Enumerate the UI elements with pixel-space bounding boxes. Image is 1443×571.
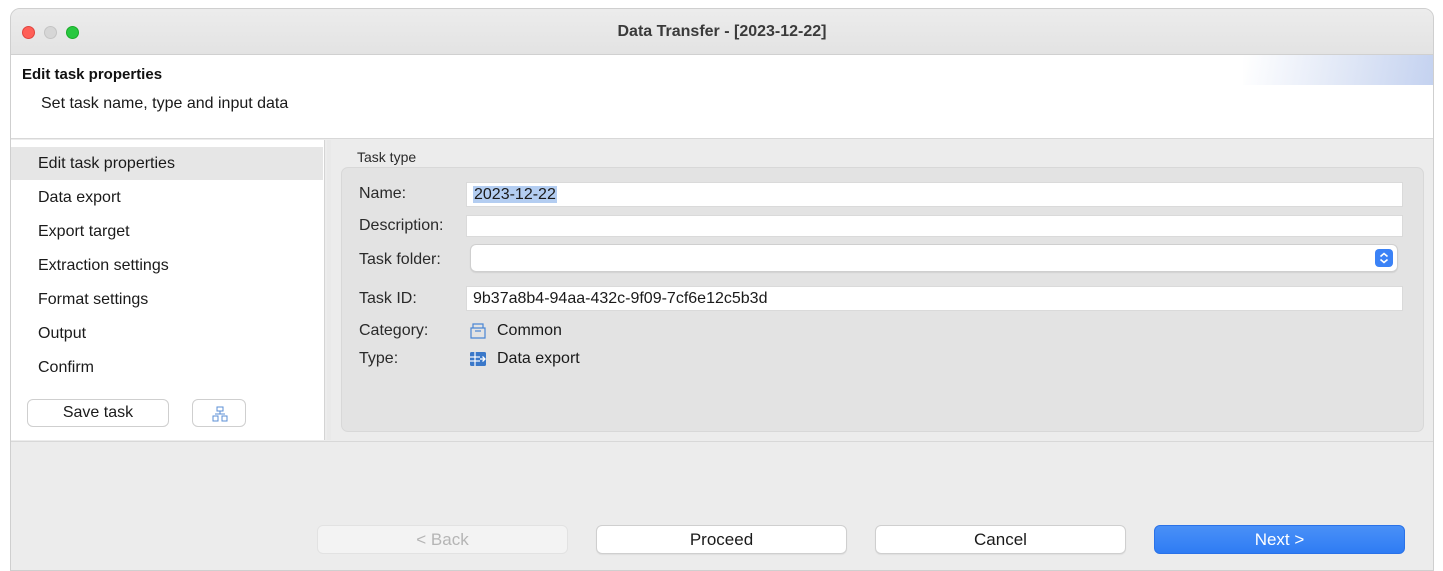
description-label: Description: — [359, 217, 444, 234]
header-decoration — [1243, 55, 1433, 85]
window-title: Data Transfer - [2023-12-22] — [617, 23, 827, 40]
nav-item-confirm[interactable]: Confirm — [11, 351, 323, 384]
task-folder-select[interactable] — [470, 244, 1398, 272]
name-field-value: 2023-12-22 — [473, 186, 557, 203]
nav-item-extraction-settings[interactable]: Extraction settings — [11, 249, 323, 282]
folder-icon — [470, 323, 486, 339]
task-id-label: Task ID: — [359, 290, 417, 307]
save-to-folder-button[interactable] — [192, 399, 246, 427]
cancel-button[interactable]: Cancel — [875, 525, 1126, 554]
task-folder-label: Task folder: — [359, 251, 441, 268]
nav-item-format-settings[interactable]: Format settings — [11, 283, 323, 316]
category-text: Common — [497, 322, 562, 339]
save-task-button[interactable]: Save task — [27, 399, 169, 427]
description-field[interactable] — [466, 215, 1403, 237]
nav-item-export-target[interactable]: Export target — [11, 215, 323, 248]
proceed-button[interactable]: Proceed — [596, 525, 847, 554]
wizard-header: Edit task properties Set task name, type… — [11, 55, 1433, 139]
task-type-group-label: Task type — [357, 149, 417, 165]
nav-item-edit-task-properties[interactable]: Edit task properties — [11, 147, 323, 180]
task-type-group: Name: 2023-12-22 Description: Task folde… — [341, 167, 1424, 432]
dialog-window: Data Transfer - [2023-12-22] Edit task p… — [10, 8, 1434, 571]
table-export-icon — [470, 352, 486, 366]
wizard-navigation: Edit task properties Data export Export … — [11, 140, 325, 440]
type-text: Data export — [497, 350, 580, 367]
save-to-folder-icon — [212, 406, 228, 422]
category-label: Category: — [359, 322, 429, 339]
nav-item-output[interactable]: Output — [11, 317, 323, 350]
task-id-field[interactable]: 9b37a8b4-94aa-432c-9f09-7cf6e12c5b3d — [466, 286, 1403, 311]
page-subtitle: Set task name, type and input data — [41, 95, 289, 112]
next-button[interactable]: Next > — [1154, 525, 1405, 554]
name-label: Name: — [359, 185, 407, 202]
button-bar: < Back Proceed Cancel Next > — [11, 441, 1433, 570]
type-label: Type: — [359, 350, 399, 367]
page-title: Edit task properties — [22, 66, 163, 83]
chevron-up-down-icon — [1375, 249, 1393, 267]
back-button[interactable]: < Back — [317, 525, 568, 554]
title-bar: Data Transfer - [2023-12-22] — [11, 9, 1433, 55]
name-field[interactable]: 2023-12-22 — [466, 182, 1403, 207]
task-properties-panel: Task type Name: 2023-12-22 Description: … — [331, 140, 1433, 440]
nav-item-data-export[interactable]: Data export — [11, 181, 323, 214]
